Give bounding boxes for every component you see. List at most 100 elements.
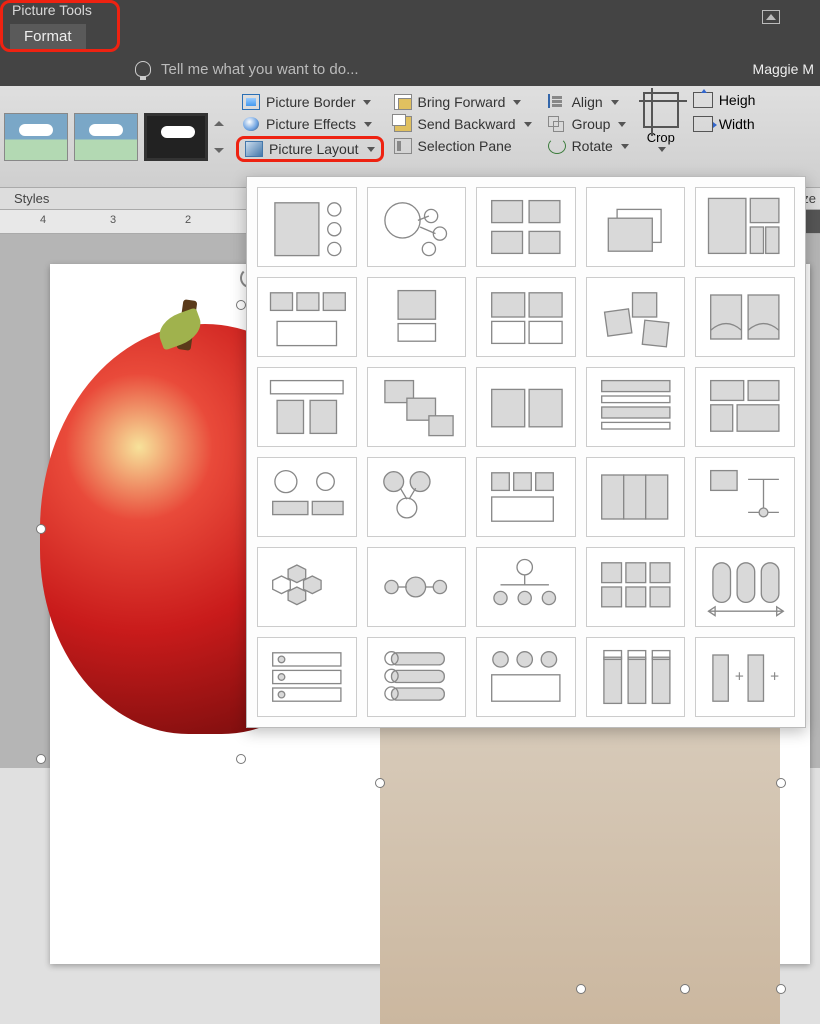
layout-option-node-process[interactable] [367, 547, 467, 627]
layout-option-tab-columns[interactable] [586, 637, 686, 717]
tell-me-bar[interactable]: Tell me what you want to do... Maggie M [0, 52, 820, 86]
layout-option-circle-cluster[interactable] [367, 187, 467, 267]
layout-option-h-strip-rows[interactable] [586, 367, 686, 447]
picture-layout-icon [245, 141, 263, 157]
layout-option-three-monitors[interactable] [257, 277, 357, 357]
width-label: Width [719, 116, 755, 132]
tab-format[interactable]: Format [10, 24, 86, 49]
selection-handle[interactable] [36, 754, 46, 764]
picture-border-button[interactable]: Picture Border [236, 92, 384, 112]
background-picture[interactable] [380, 684, 780, 1024]
selection-handle[interactable] [576, 984, 586, 994]
layout-option-stacked-frame[interactable] [586, 187, 686, 267]
layout-option-tilted-cluster[interactable] [586, 277, 686, 357]
group-button[interactable]: Group [542, 114, 635, 134]
selection-handle[interactable] [236, 754, 246, 764]
layout-option-bento[interactable] [695, 187, 795, 267]
chevron-down-icon [524, 122, 532, 127]
bring-forward-icon [394, 94, 412, 110]
styles-group-label: Styles [14, 191, 49, 206]
align-label: Align [572, 94, 603, 110]
crop-button[interactable]: Crop [643, 92, 679, 181]
layout-option-accent-list[interactable] [257, 187, 357, 267]
picture-effects-button[interactable]: Picture Effects [236, 114, 384, 134]
picture-border-icon [242, 94, 260, 110]
selection-handle[interactable] [776, 778, 786, 788]
layout-option-detail-list[interactable] [257, 637, 357, 717]
rotate-label: Rotate [572, 138, 613, 154]
selection-pane-button[interactable]: Selection Pane [388, 136, 538, 156]
width-input[interactable]: Width [693, 116, 756, 132]
chevron-down-icon [621, 144, 629, 149]
layout-option-hex-cluster[interactable] [257, 547, 357, 627]
height-label: Heigh [719, 92, 756, 108]
send-backward-button[interactable]: Send Backward [388, 114, 538, 134]
chevron-down-icon [658, 147, 666, 152]
height-input[interactable]: Heigh [693, 92, 756, 108]
layout-option-two-large[interactable] [476, 367, 576, 447]
arrange-column-2: Align Group Rotate [542, 92, 635, 181]
layout-option-filmstrip[interactable] [476, 457, 576, 537]
selection-pane-icon [394, 138, 412, 154]
layout-option-matrix-6[interactable] [586, 547, 686, 627]
rotate-icon [548, 138, 566, 154]
picture-layout-gallery[interactable]: ++ [246, 176, 806, 728]
ruler-mark: 4 [40, 214, 46, 226]
layout-option-wave-frames[interactable] [695, 277, 795, 357]
layout-option-picture-blocks[interactable] [476, 277, 576, 357]
chevron-down-icon [618, 122, 626, 127]
layout-option-hierarchy[interactable] [476, 547, 576, 627]
selection-handle[interactable] [36, 524, 46, 534]
layout-option-brick[interactable] [695, 367, 795, 447]
rotate-button[interactable]: Rotate [542, 136, 635, 156]
picture-layout-button[interactable]: Picture Layout [239, 139, 381, 159]
svg-text:+: + [735, 668, 744, 685]
layout-option-picture-caption[interactable] [367, 277, 467, 357]
chevron-down-icon [611, 100, 619, 105]
align-button[interactable]: Align [542, 92, 635, 112]
chevron-down-icon [367, 147, 375, 152]
picture-effects-label: Picture Effects [266, 116, 356, 132]
layout-option-pill-list[interactable] [367, 637, 467, 717]
layout-option-target[interactable] [695, 457, 795, 537]
send-backward-icon [394, 116, 412, 132]
picture-adjust-column: Picture Border Picture Effects Picture L… [236, 92, 384, 181]
picture-effects-icon [242, 116, 260, 132]
selection-handle[interactable] [776, 984, 786, 994]
selection-handle[interactable] [236, 300, 246, 310]
contextual-tab-label: Picture Tools [12, 2, 92, 18]
layout-option-add-columns[interactable]: ++ [695, 637, 795, 717]
svg-text:+: + [770, 668, 779, 685]
collapse-ribbon-icon[interactable] [762, 10, 780, 24]
bring-forward-button[interactable]: Bring Forward [388, 92, 538, 112]
styles-more-button[interactable] [214, 121, 232, 153]
layout-option-joined-panels[interactable] [586, 457, 686, 537]
style-thumb-3-selected[interactable] [144, 113, 208, 161]
arrange-column-1: Bring Forward Send Backward Selection Pa… [388, 92, 538, 181]
layout-option-column-slider[interactable] [695, 547, 795, 627]
picture-border-label: Picture Border [266, 94, 355, 110]
selection-pane-label: Selection Pane [418, 138, 512, 154]
account-name[interactable]: Maggie M [753, 61, 814, 77]
chevron-down-icon [363, 100, 371, 105]
layout-option-step-down[interactable] [367, 367, 467, 447]
selection-handle[interactable] [680, 984, 690, 994]
picture-styles-gallery[interactable] [4, 92, 232, 181]
size-column: Heigh Width [693, 92, 756, 181]
ruler-mark: 3 [110, 214, 116, 226]
style-thumb-2[interactable] [74, 113, 138, 161]
lightbulb-icon [135, 61, 151, 77]
layout-option-bubble-process[interactable] [367, 457, 467, 537]
style-thumb-1[interactable] [4, 113, 68, 161]
group-icon [548, 116, 566, 132]
picture-layout-highlight: Picture Layout [236, 136, 384, 162]
crop-icon [643, 92, 679, 128]
layout-option-filmstrip-detail[interactable] [476, 637, 576, 717]
layout-option-circle-process[interactable] [257, 457, 357, 537]
selection-handle[interactable] [375, 778, 385, 788]
layout-option-grid-captions[interactable] [476, 187, 576, 267]
bring-forward-label: Bring Forward [418, 94, 506, 110]
layout-option-h-layered[interactable] [257, 367, 357, 447]
ribbon: Picture Border Picture Effects Picture L… [0, 86, 820, 188]
title-bar: Picture Tools Format [0, 0, 820, 52]
